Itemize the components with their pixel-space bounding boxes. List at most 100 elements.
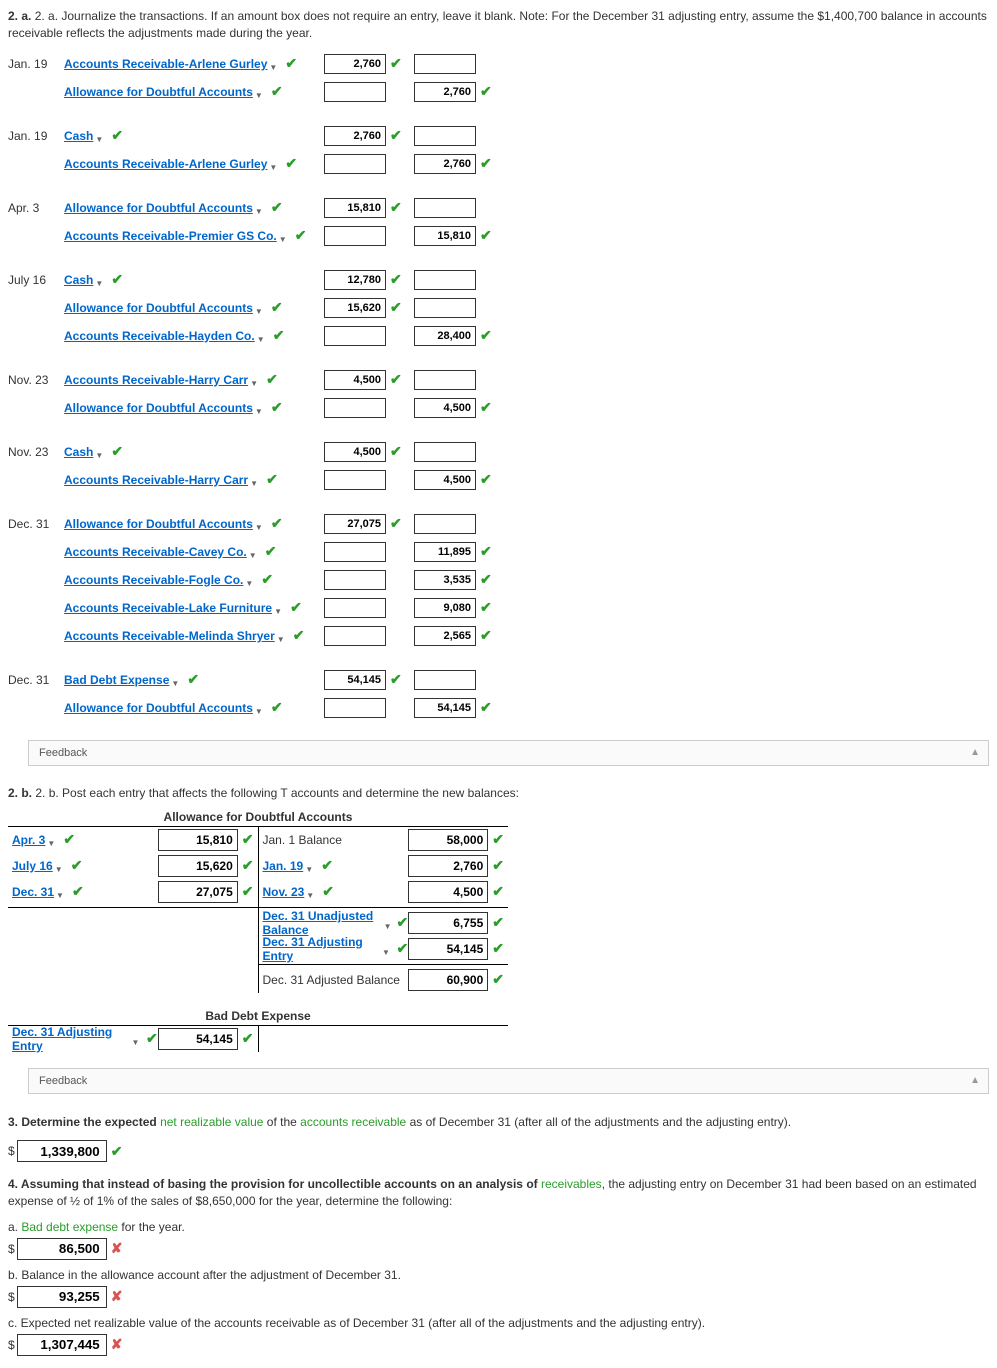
chevron-down-icon[interactable]: [95, 447, 107, 457]
t-value-input[interactable]: [158, 1028, 238, 1050]
chevron-down-icon[interactable]: [382, 944, 393, 954]
account-dropdown[interactable]: Accounts Receivable-Cavey Co.: [64, 545, 247, 559]
debit-input[interactable]: [324, 626, 386, 646]
debit-input[interactable]: [324, 154, 386, 174]
account-dropdown[interactable]: Accounts Receivable-Fogle Co.: [64, 573, 243, 587]
chevron-down-icon[interactable]: [95, 275, 107, 285]
credit-input[interactable]: [414, 470, 476, 490]
account-dropdown[interactable]: Accounts Receivable-Harry Carr: [64, 373, 248, 387]
feedback-panel[interactable]: Feedback ▲: [28, 740, 989, 766]
t-value-input[interactable]: [158, 855, 238, 877]
chevron-down-icon[interactable]: [255, 519, 267, 529]
account-dropdown[interactable]: Accounts Receivable-Arlene Gurley: [64, 57, 267, 71]
q4a-input[interactable]: [17, 1238, 107, 1260]
q4c-input[interactable]: [17, 1334, 107, 1356]
debit-input[interactable]: [324, 398, 386, 418]
credit-input[interactable]: [414, 542, 476, 562]
credit-input[interactable]: [414, 398, 476, 418]
credit-input[interactable]: [414, 226, 476, 246]
chevron-down-icon[interactable]: [95, 131, 107, 141]
account-dropdown[interactable]: Allowance for Doubtful Accounts: [64, 517, 253, 531]
chevron-down-icon[interactable]: [47, 835, 59, 845]
q4b-input[interactable]: [17, 1286, 107, 1308]
t-row-label-link[interactable]: Jan. 19: [263, 859, 304, 873]
chevron-down-icon[interactable]: [277, 631, 289, 641]
chevron-down-icon[interactable]: [269, 59, 281, 69]
t-row-label-link[interactable]: July 16: [12, 859, 53, 873]
credit-input[interactable]: [414, 626, 476, 646]
chevron-down-icon[interactable]: [305, 861, 317, 871]
chevron-down-icon[interactable]: [255, 203, 267, 213]
t-row-label-link[interactable]: Apr. 3: [12, 833, 45, 847]
q3-input[interactable]: [17, 1140, 107, 1162]
chevron-down-icon[interactable]: [250, 475, 262, 485]
account-dropdown[interactable]: Accounts Receivable-Hayden Co.: [64, 329, 255, 343]
account-dropdown[interactable]: Accounts Receivable-Arlene Gurley: [64, 157, 267, 171]
debit-input[interactable]: [324, 470, 386, 490]
debit-input[interactable]: [324, 198, 386, 218]
t-value-input[interactable]: [408, 829, 488, 851]
chevron-down-icon[interactable]: [274, 603, 286, 613]
debit-input[interactable]: [324, 298, 386, 318]
credit-input[interactable]: [414, 270, 476, 290]
chevron-down-icon[interactable]: [384, 918, 393, 928]
collapse-icon[interactable]: ▲: [970, 747, 980, 758]
debit-input[interactable]: [324, 82, 386, 102]
chevron-down-icon[interactable]: [269, 159, 281, 169]
debit-input[interactable]: [324, 514, 386, 534]
credit-input[interactable]: [414, 598, 476, 618]
debit-input[interactable]: [324, 670, 386, 690]
t-row-label-link[interactable]: Dec. 31 Adjusting Entry: [263, 935, 381, 963]
account-dropdown[interactable]: Bad Debt Expense: [64, 673, 169, 687]
debit-input[interactable]: [324, 270, 386, 290]
credit-input[interactable]: [414, 670, 476, 690]
chevron-down-icon[interactable]: [255, 303, 267, 313]
credit-input[interactable]: [414, 570, 476, 590]
credit-input[interactable]: [414, 514, 476, 534]
t-row-label-link[interactable]: Dec. 31 Unadjusted Balance: [263, 909, 382, 937]
chevron-down-icon[interactable]: [132, 1034, 143, 1044]
credit-input[interactable]: [414, 198, 476, 218]
account-dropdown[interactable]: Cash: [64, 445, 93, 459]
chevron-down-icon[interactable]: [55, 861, 67, 871]
debit-input[interactable]: [324, 542, 386, 562]
t-value-input[interactable]: [408, 855, 488, 877]
credit-input[interactable]: [414, 698, 476, 718]
chevron-down-icon[interactable]: [279, 231, 291, 241]
chevron-down-icon[interactable]: [255, 87, 267, 97]
debit-input[interactable]: [324, 442, 386, 462]
t-value-input[interactable]: [158, 829, 238, 851]
collapse-icon-2[interactable]: ▲: [970, 1075, 980, 1086]
account-dropdown[interactable]: Allowance for Doubtful Accounts: [64, 201, 253, 215]
chevron-down-icon[interactable]: [171, 675, 183, 685]
account-dropdown[interactable]: Accounts Receivable-Melinda Shryer: [64, 629, 275, 643]
debit-input[interactable]: [324, 698, 386, 718]
t-value-input[interactable]: [408, 938, 488, 960]
credit-input[interactable]: [414, 298, 476, 318]
t-row-label-link[interactable]: Nov. 23: [263, 885, 305, 899]
debit-input[interactable]: [324, 54, 386, 74]
debit-input[interactable]: [324, 598, 386, 618]
debit-input[interactable]: [324, 570, 386, 590]
credit-input[interactable]: [414, 82, 476, 102]
account-dropdown[interactable]: Allowance for Doubtful Accounts: [64, 401, 253, 415]
account-dropdown[interactable]: Accounts Receivable-Premier GS Co.: [64, 229, 277, 243]
t-row-label-link[interactable]: Dec. 31 Adjusting Entry: [12, 1025, 130, 1053]
t-value-input[interactable]: [408, 912, 488, 934]
credit-input[interactable]: [414, 326, 476, 346]
credit-input[interactable]: [414, 126, 476, 146]
debit-input[interactable]: [324, 370, 386, 390]
chevron-down-icon[interactable]: [306, 887, 318, 897]
chevron-down-icon[interactable]: [255, 403, 267, 413]
t-value-input[interactable]: [158, 881, 238, 903]
feedback-panel-2[interactable]: Feedback ▲: [28, 1068, 989, 1094]
account-dropdown[interactable]: Allowance for Doubtful Accounts: [64, 701, 253, 715]
credit-input[interactable]: [414, 154, 476, 174]
t-value-input[interactable]: [408, 969, 488, 991]
account-dropdown[interactable]: Accounts Receivable-Harry Carr: [64, 473, 248, 487]
account-dropdown[interactable]: Cash: [64, 129, 93, 143]
chevron-down-icon[interactable]: [255, 703, 267, 713]
chevron-down-icon[interactable]: [257, 331, 269, 341]
chevron-down-icon[interactable]: [56, 887, 68, 897]
chevron-down-icon[interactable]: [250, 375, 262, 385]
